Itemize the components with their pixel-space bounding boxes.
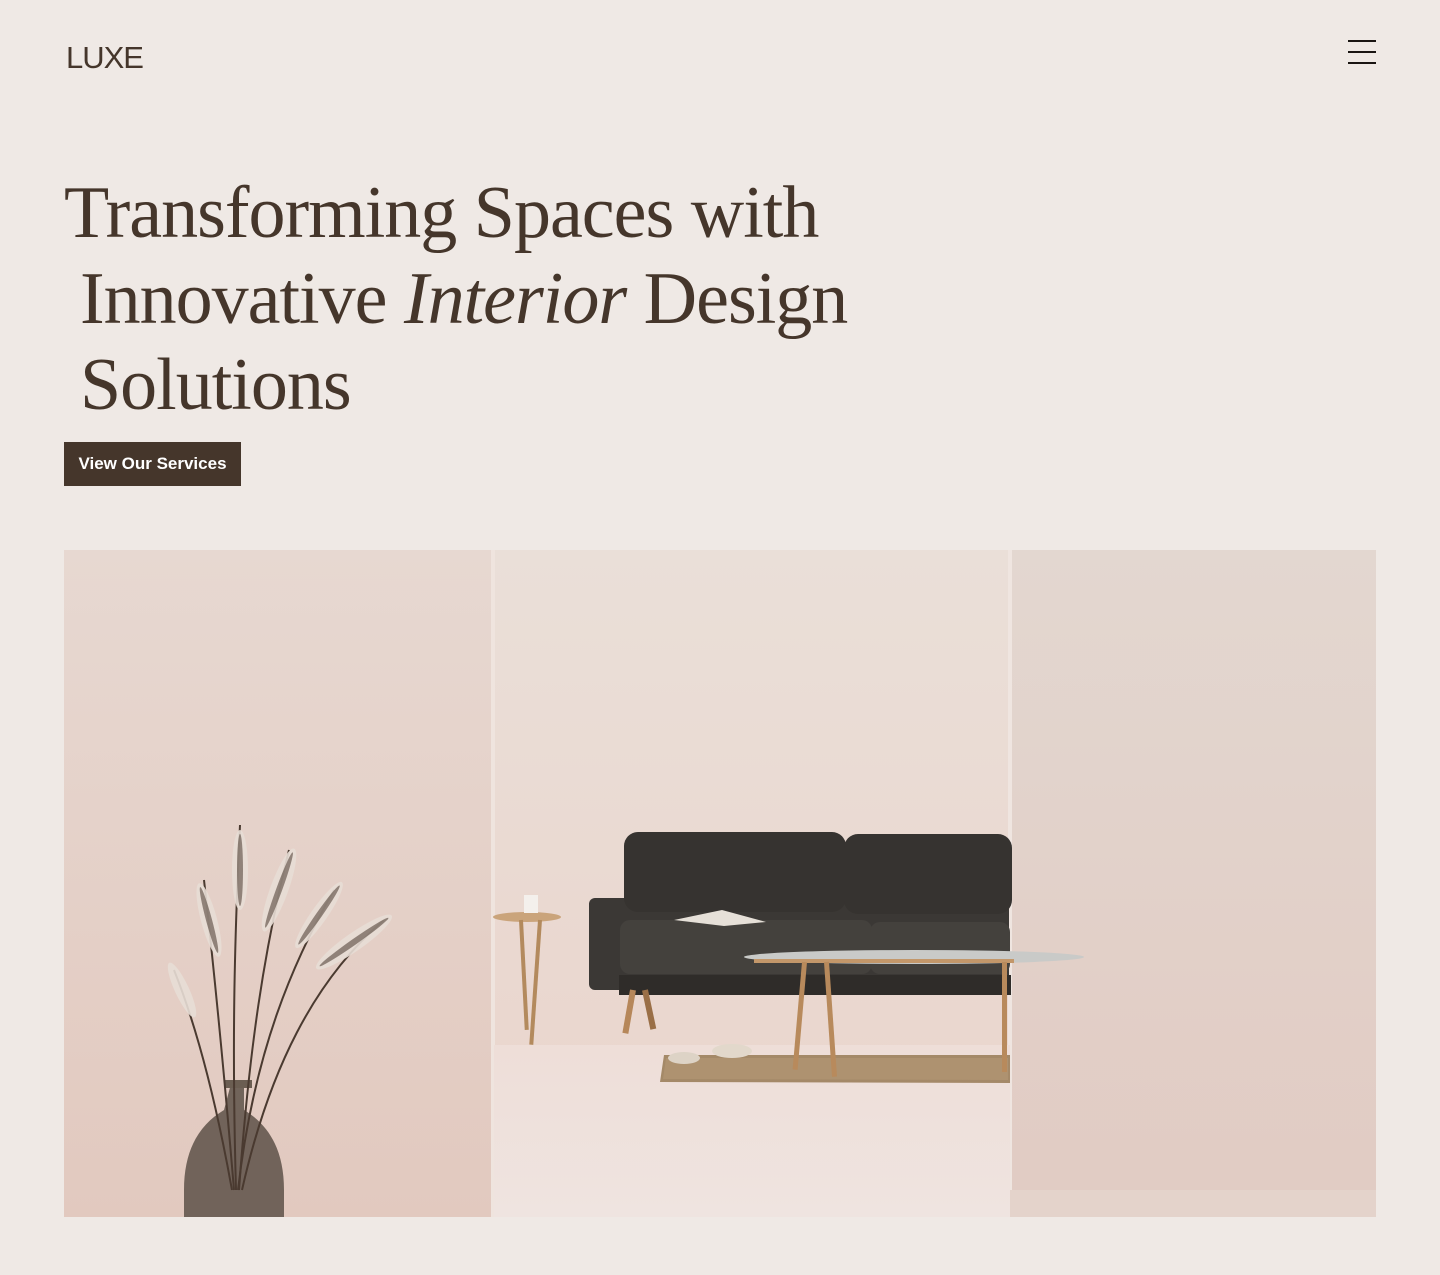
hamburger-menu-icon[interactable] <box>1348 40 1376 64</box>
hero-title-text: Design <box>626 258 849 340</box>
hero-image <box>64 550 1376 1217</box>
view-services-button[interactable]: View Our Services <box>64 442 241 486</box>
menu-line <box>1348 51 1376 53</box>
hero-title: Transforming Spaces with Innovative Inte… <box>64 170 964 428</box>
menu-line <box>1348 40 1376 42</box>
site-header: LUXE <box>64 38 1376 78</box>
hero-title-line-1: Transforming Spaces with <box>64 172 819 254</box>
logo[interactable]: LUXE <box>66 42 144 73</box>
hero-title-text: Innovative <box>80 258 404 340</box>
menu-line <box>1348 62 1376 64</box>
hero-title-italic: Interior <box>403 258 627 340</box>
hero-title-line-2: Innovative Interior Design <box>64 256 964 342</box>
hero-title-line-3: Solutions <box>80 344 352 426</box>
